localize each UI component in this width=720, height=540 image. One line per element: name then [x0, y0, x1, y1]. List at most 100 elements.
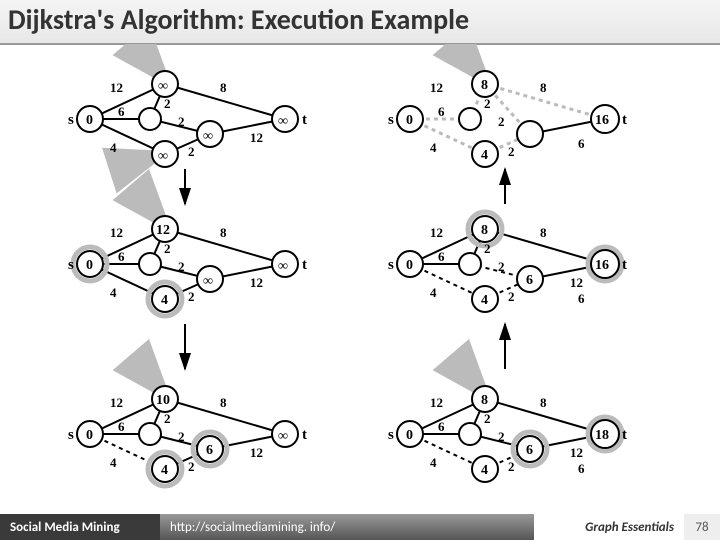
panel-B: 0 12 4 ∞ ∞ st 1264 222 812	[68, 207, 307, 316]
svg-text:4: 4	[110, 140, 117, 155]
svg-text:16: 16	[595, 113, 609, 128]
svg-text:∞: ∞	[203, 129, 213, 144]
svg-text:2: 2	[188, 289, 195, 304]
svg-text:12: 12	[570, 445, 583, 460]
svg-text:8: 8	[220, 80, 227, 95]
svg-text:∞: ∞	[278, 259, 288, 274]
svg-text:0: 0	[86, 113, 93, 128]
svg-text:s: s	[68, 257, 74, 273]
svg-text:0: 0	[86, 428, 93, 443]
svg-text:2: 2	[164, 96, 171, 111]
svg-text:2: 2	[484, 411, 491, 426]
svg-text:2: 2	[164, 241, 171, 256]
svg-text:2: 2	[164, 411, 171, 426]
svg-text:2: 2	[508, 459, 515, 474]
panel-F: 0 8 4 16 st 1264 222 86	[388, 62, 627, 167]
svg-text:4: 4	[481, 148, 488, 163]
svg-text:s: s	[68, 112, 74, 128]
svg-text:6: 6	[118, 104, 125, 119]
svg-text:8: 8	[220, 395, 227, 410]
svg-text:6: 6	[438, 419, 445, 434]
svg-text:12: 12	[110, 225, 123, 240]
panel-A: 0 ∞ ∞ ∞ ∞ st 1264 222 812	[68, 62, 307, 167]
svg-text:4: 4	[161, 463, 168, 478]
svg-text:0: 0	[406, 113, 413, 128]
svg-text:8: 8	[220, 225, 227, 240]
svg-text:2: 2	[484, 96, 491, 111]
svg-text:2: 2	[508, 289, 515, 304]
svg-text:6: 6	[578, 136, 585, 151]
svg-text:6: 6	[206, 443, 213, 458]
svg-text:12: 12	[430, 80, 443, 95]
footer-chapter: Graph Essentials	[534, 514, 684, 540]
svg-text:2: 2	[178, 259, 185, 274]
svg-text:6: 6	[118, 419, 125, 434]
svg-text:12: 12	[250, 130, 263, 145]
svg-text:t: t	[622, 257, 627, 273]
svg-text:s: s	[388, 112, 394, 128]
svg-text:12: 12	[110, 395, 123, 410]
svg-text:∞: ∞	[203, 274, 213, 289]
svg-text:2: 2	[498, 429, 505, 444]
footer-page-number: 78	[684, 514, 720, 540]
footer: Social Media Mining http://socialmediami…	[0, 514, 720, 540]
svg-text:s: s	[68, 427, 74, 443]
title-bar: Dijkstra's Algorithm: Execution Example	[0, 0, 720, 45]
svg-text:16: 16	[595, 258, 609, 273]
svg-text:6: 6	[438, 104, 445, 119]
svg-text:10: 10	[156, 393, 170, 408]
svg-text:t: t	[302, 427, 307, 443]
svg-text:s: s	[388, 257, 394, 273]
svg-text:6: 6	[526, 443, 533, 458]
svg-text:2: 2	[188, 144, 195, 159]
svg-text:0: 0	[406, 258, 413, 273]
panel-D: 0 8 4 6 18 st 1264 222 8126	[388, 377, 627, 482]
page-title: Dijkstra's Algorithm: Execution Example	[8, 2, 712, 37]
svg-text:6: 6	[118, 249, 125, 264]
svg-text:4: 4	[481, 463, 488, 478]
svg-text:0: 0	[86, 258, 93, 273]
svg-text:∞: ∞	[278, 114, 288, 129]
svg-text:2: 2	[498, 114, 505, 129]
svg-text:12: 12	[250, 445, 263, 460]
svg-text:2: 2	[498, 259, 505, 274]
svg-text:∞: ∞	[278, 429, 288, 444]
svg-text:4: 4	[161, 293, 168, 308]
svg-text:8: 8	[481, 393, 488, 408]
panel-C: 0 10 4 6 ∞ st 1264 222 812	[68, 377, 307, 486]
svg-text:8: 8	[540, 225, 547, 240]
svg-text:12: 12	[250, 275, 263, 290]
svg-text:t: t	[622, 112, 627, 128]
svg-text:s: s	[388, 427, 394, 443]
svg-text:6: 6	[578, 291, 585, 306]
diagram-content: 0 ∞ ∞ ∞ ∞ st 1264 222 812 0 12 4 ∞ ∞ st …	[0, 44, 720, 504]
svg-text:2: 2	[178, 429, 185, 444]
svg-text:8: 8	[481, 223, 488, 238]
svg-text:∞: ∞	[158, 79, 168, 94]
svg-text:18: 18	[595, 428, 609, 443]
svg-text:12: 12	[110, 80, 123, 95]
svg-text:2: 2	[508, 144, 515, 159]
svg-text:4: 4	[110, 455, 117, 470]
svg-text:∞: ∞	[158, 149, 168, 164]
svg-text:12: 12	[156, 223, 170, 238]
svg-text:12: 12	[430, 395, 443, 410]
svg-text:8: 8	[540, 395, 547, 410]
svg-text:12: 12	[430, 225, 443, 240]
svg-text:2: 2	[484, 241, 491, 256]
footer-left: Social Media Mining	[0, 514, 160, 540]
svg-text:4: 4	[481, 293, 488, 308]
svg-text:6: 6	[578, 461, 585, 476]
svg-text:t: t	[622, 427, 627, 443]
svg-text:12: 12	[570, 275, 583, 290]
svg-text:0: 0	[406, 428, 413, 443]
svg-text:4: 4	[110, 285, 117, 300]
svg-text:2: 2	[188, 459, 195, 474]
footer-url: http://socialmediamining. info/	[160, 514, 534, 540]
svg-text:6: 6	[526, 273, 533, 288]
svg-text:t: t	[302, 257, 307, 273]
svg-text:8: 8	[481, 78, 488, 93]
svg-text:2: 2	[178, 114, 185, 129]
svg-text:6: 6	[438, 249, 445, 264]
svg-text:t: t	[302, 112, 307, 128]
